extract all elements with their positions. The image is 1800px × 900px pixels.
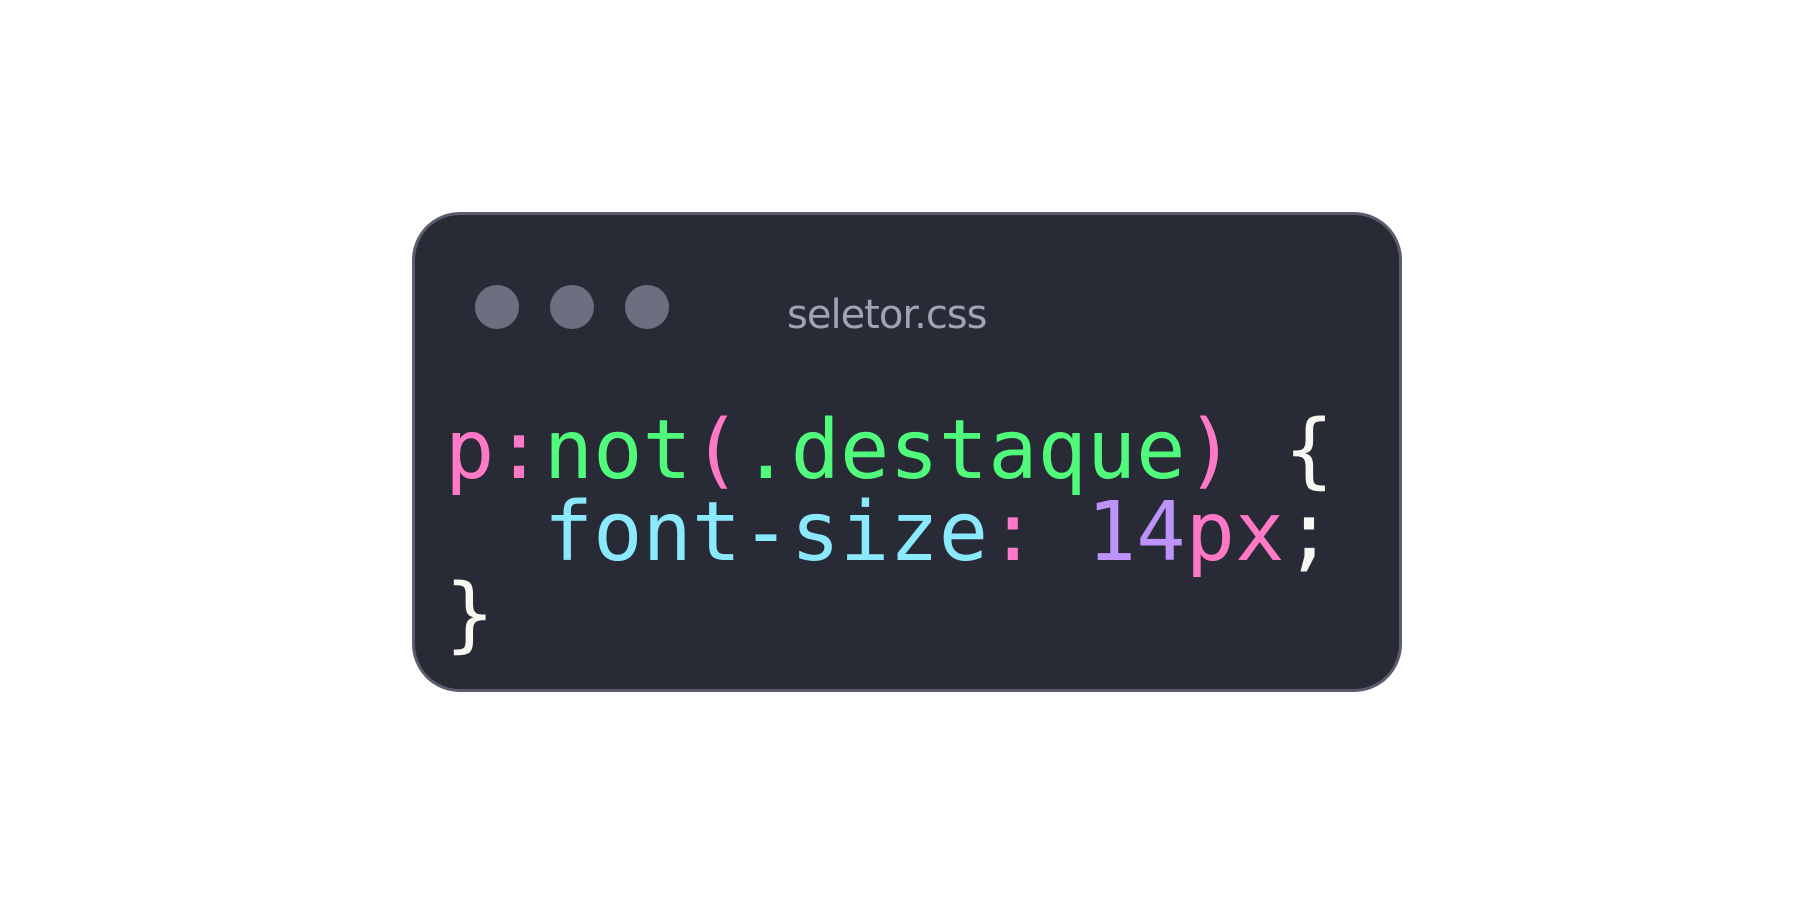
file-name: seletor.css	[787, 292, 988, 338]
token-brace-close: }	[445, 567, 495, 662]
token-paren-open: (	[691, 403, 742, 498]
code-line-2: font-size: 14px;	[445, 492, 1334, 574]
token-colon: :	[988, 485, 1038, 580]
token-paren-close: )	[1185, 403, 1235, 498]
window-controls	[475, 285, 669, 329]
token-brace-open: {	[1284, 403, 1334, 498]
token-number: 14	[1086, 485, 1186, 580]
token-selector-element: p	[445, 403, 495, 498]
token-property: font-size	[543, 485, 989, 580]
code-line-3: }	[445, 574, 1334, 656]
token-argument: .destaque	[741, 403, 1186, 498]
code-block: p:not(.destaque) { font-size: 14px;}	[445, 410, 1334, 656]
window-dot-icon[interactable]	[475, 285, 519, 329]
window-dot-icon[interactable]	[625, 285, 669, 329]
window-dot-icon[interactable]	[550, 285, 594, 329]
token-unit: px	[1185, 485, 1285, 580]
token-pseudo-colon: :	[494, 403, 544, 498]
code-window: seletor.css p:not(.destaque) { font-size…	[412, 212, 1402, 692]
page-canvas: seletor.css p:not(.destaque) { font-size…	[0, 0, 1800, 900]
token-pseudo-class: not	[543, 403, 692, 498]
token-semicolon: ;	[1284, 485, 1334, 580]
code-line-1: p:not(.destaque) {	[445, 410, 1334, 492]
